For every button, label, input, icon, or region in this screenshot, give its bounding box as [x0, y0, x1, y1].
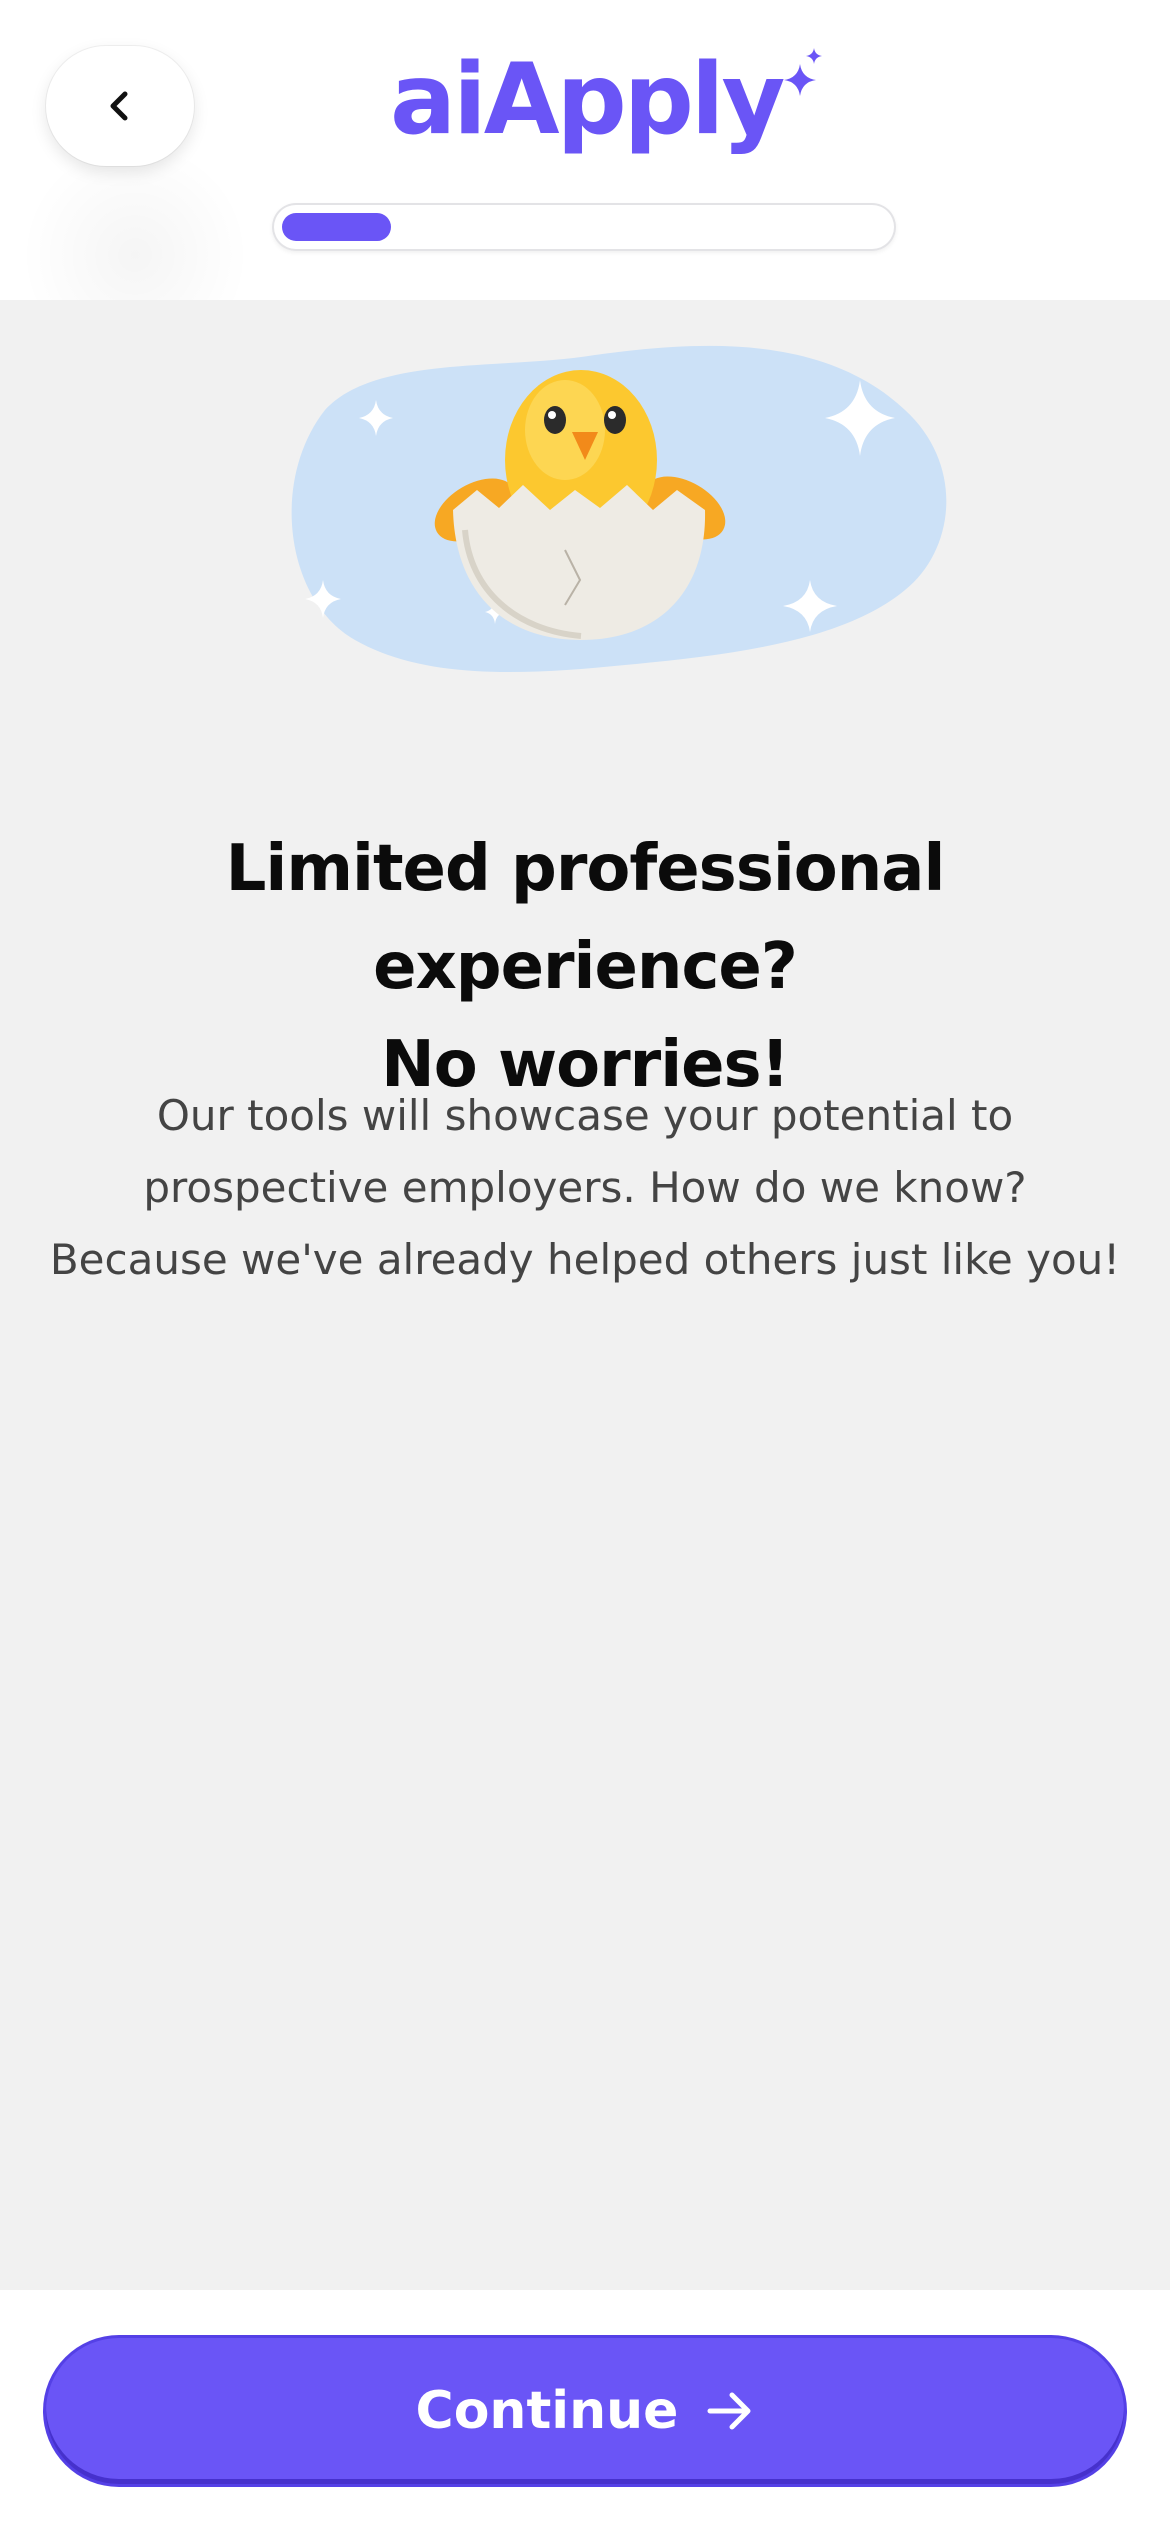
chevron-left-icon [110, 91, 128, 121]
arrow-right-icon [707, 2392, 751, 2430]
back-button[interactable] [46, 46, 194, 166]
footer: Continue [0, 2290, 1170, 2532]
sparkle-icon [784, 48, 823, 96]
progress-bar [272, 203, 896, 251]
continue-button[interactable]: Continue [46, 2338, 1124, 2484]
description: Our tools will showcase your potential t… [40, 1080, 1130, 1296]
description-line-1: Our tools will showcase your potential t… [156, 1091, 1014, 1140]
header: aiApply [0, 0, 1170, 370]
logo-text: aiApply [390, 43, 785, 157]
page-title-line-1: Limited professional experience? [225, 832, 946, 1004]
description-line-3: Because we've already helped others just… [49, 1235, 1121, 1284]
page-title: Limited professional experience? No worr… [30, 820, 1140, 1114]
hatching-chick-illustration [291, 345, 947, 673]
continue-button-label: Continue [415, 2381, 679, 2441]
app-logo: aiApply [390, 30, 824, 170]
main-content: Limited professional experience? No worr… [0, 300, 1170, 2290]
progress-bar-fill [282, 213, 391, 241]
description-line-2: prospective employers. How do we know? [143, 1163, 1027, 1212]
